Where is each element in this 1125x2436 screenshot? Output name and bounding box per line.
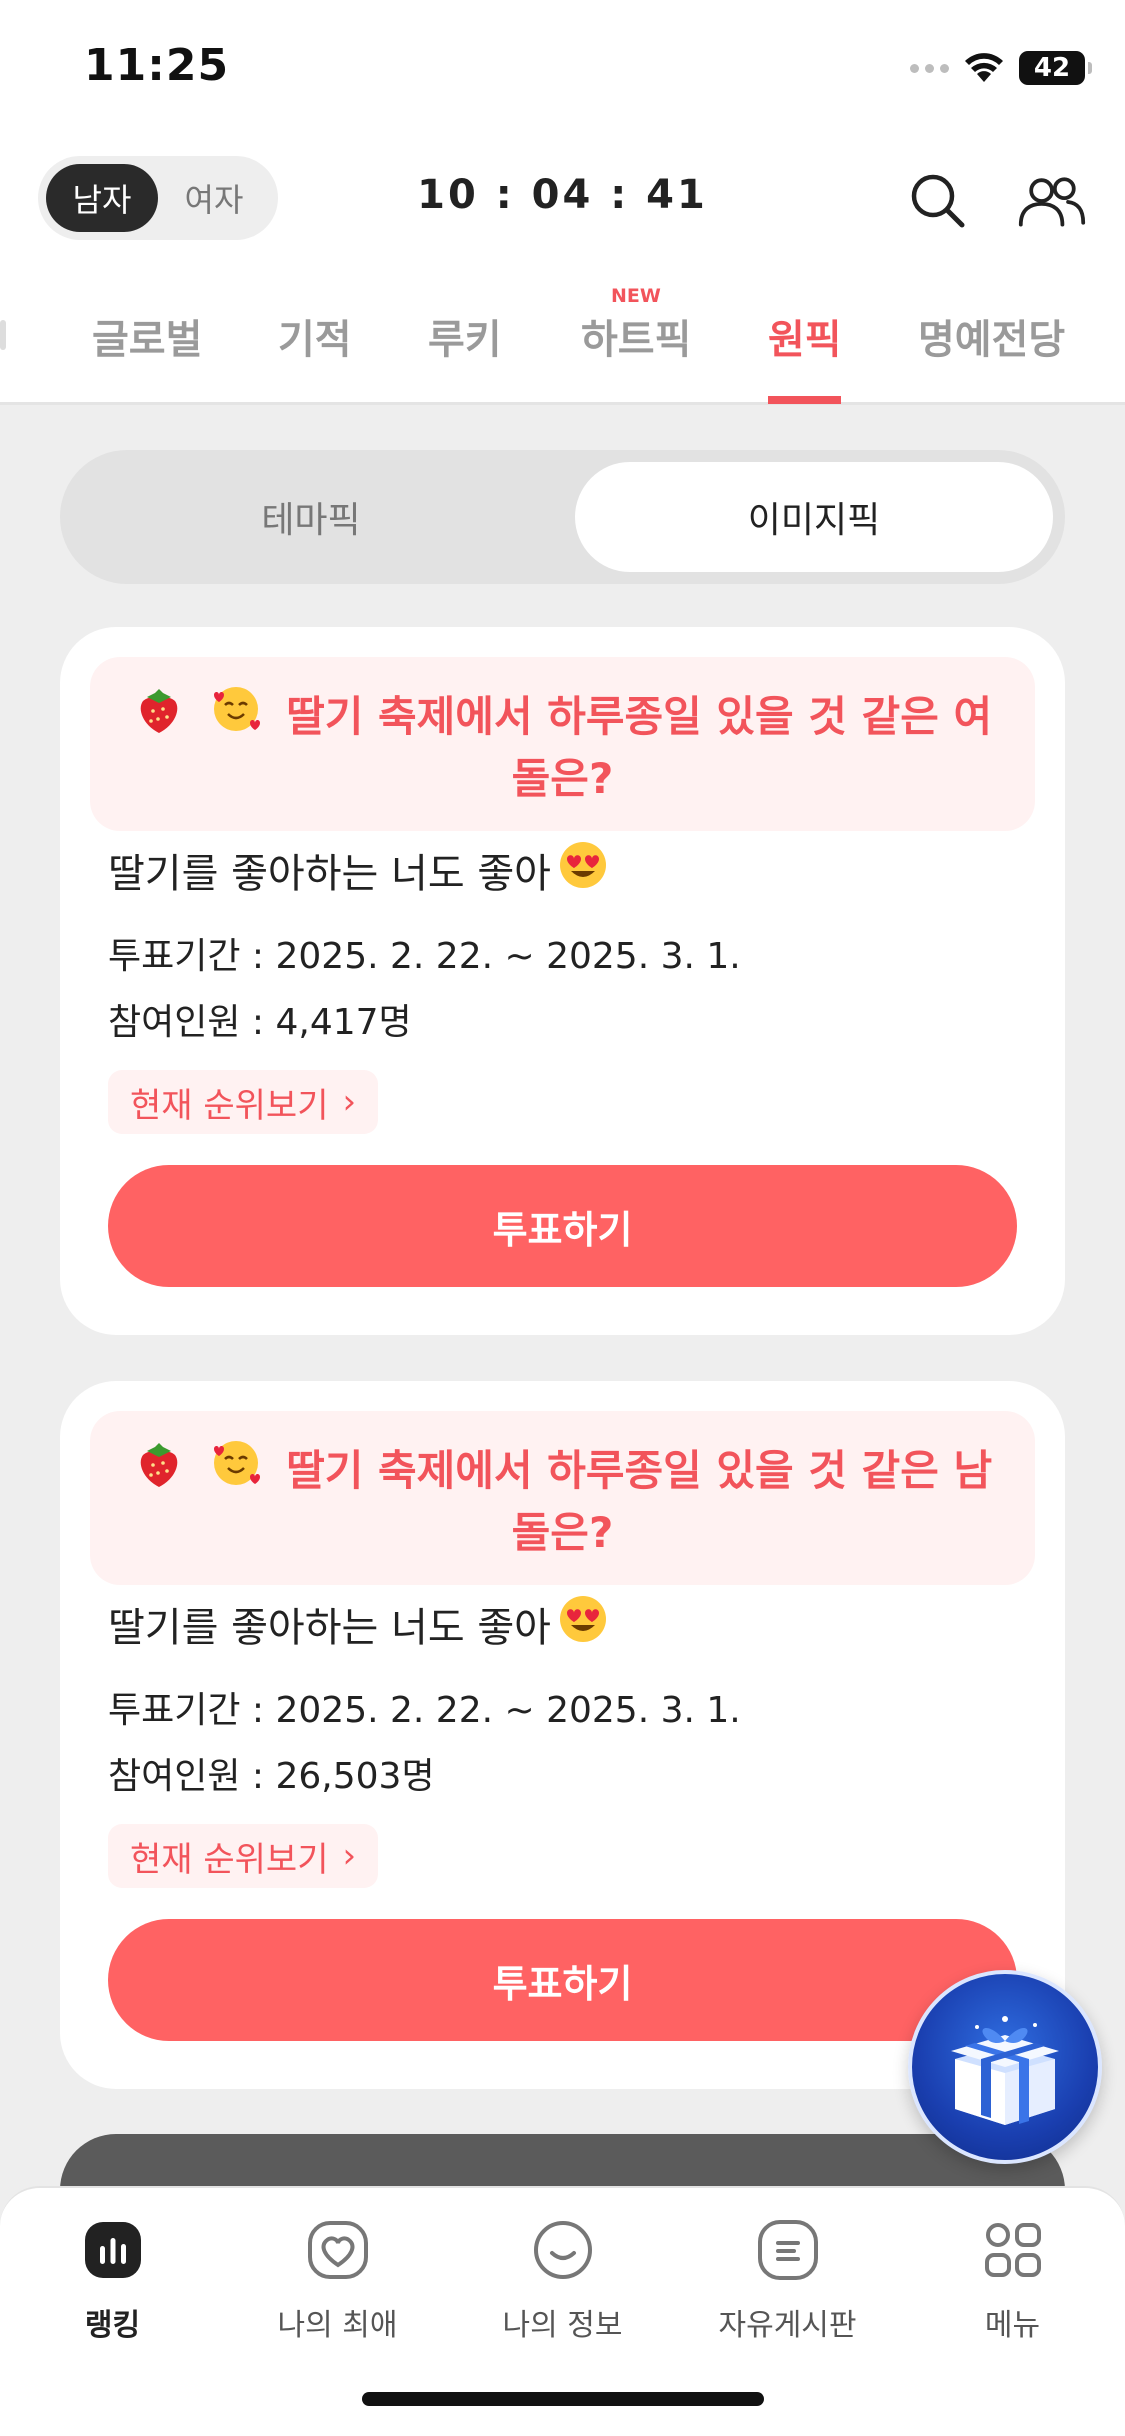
nav-my-info-label: 나의 정보: [502, 2308, 623, 2343]
strawberry-icon: [133, 685, 185, 751]
poll-title: 딸기 축제에서 하루종일 있을 것 같은 여돌은?: [286, 692, 993, 803]
nav-free-board[interactable]: 자유게시판: [675, 2218, 900, 2344]
view-ranking-label: 현재 순위보기: [130, 1085, 329, 1126]
nav-my-favorite[interactable]: 나의 최애: [225, 2218, 450, 2344]
poll-subtitle: 딸기를 좋아하는 너도 좋아: [108, 1605, 551, 1651]
menu-grid-icon: [981, 2218, 1045, 2282]
friends-icon[interactable]: [1017, 166, 1087, 236]
scroll-edge: [0, 320, 6, 350]
poll-title: 딸기 축제에서 하루종일 있을 것 같은 남돌은?: [286, 1446, 993, 1557]
vote-button[interactable]: 투표하기: [108, 1165, 1017, 1287]
status-bar: 11:25 42: [0, 0, 1125, 140]
poll-participants: 참여인원 : 4,417명: [108, 1002, 412, 1043]
battery-icon: 42: [1019, 51, 1092, 85]
gender-toggle: 남자 여자: [38, 156, 278, 240]
tab-miracle[interactable]: 기적: [278, 307, 352, 365]
poll-subtitle: 딸기를 좋아하는 너도 좋아: [108, 851, 551, 897]
active-tab-indicator: [768, 396, 841, 404]
gift-icon[interactable]: [908, 1970, 1102, 2164]
view-ranking-label: 현재 순위보기: [130, 1839, 329, 1880]
category-tabs: 글로벌 기적 루키 NEW 하트픽 원픽 명예전당: [0, 265, 1125, 405]
poll-title-box: 딸기 축제에서 하루종일 있을 것 같은 여돌은?: [90, 657, 1035, 831]
nav-ranking[interactable]: 랭킹: [0, 2218, 225, 2344]
tab-global[interactable]: 글로벌: [92, 307, 202, 365]
poll-subtitle-row: 딸기를 좋아하는 너도 좋아: [108, 1593, 609, 1655]
tab-one-pick[interactable]: 원픽: [768, 307, 842, 365]
gender-female-option[interactable]: 여자: [158, 164, 270, 232]
nav-ranking-label: 랭킹: [84, 2308, 141, 2343]
top-header: 남자 여자 10 : 04 : 41: [0, 140, 1125, 265]
wifi-icon: [963, 52, 1005, 84]
board-icon: [756, 2218, 820, 2282]
heart-icon: [306, 2218, 370, 2282]
view-ranking-button[interactable]: 현재 순위보기 ›: [108, 1824, 379, 1888]
signal-icon: [910, 63, 949, 73]
vote-button[interactable]: 투표하기: [108, 1919, 1017, 2041]
poll-period: 투표기간 : 2025. 2. 22. ~ 2025. 3. 1.: [108, 1690, 741, 1731]
strawberry-icon: [133, 1439, 185, 1505]
gender-male-option[interactable]: 남자: [46, 164, 158, 232]
smile-icon: [531, 2218, 595, 2282]
search-icon[interactable]: [903, 166, 973, 236]
new-badge: NEW: [611, 285, 661, 307]
heart-eyes-icon: [557, 839, 609, 901]
segment-theme-pick[interactable]: 테마픽: [72, 462, 550, 572]
poll-card: 딸기 축제에서 하루종일 있을 것 같은 여돌은? 딸기를 좋아하는 너도 좋아…: [60, 627, 1065, 1335]
poll-title-box: 딸기 축제에서 하루종일 있을 것 같은 남돌은?: [90, 1411, 1035, 1585]
ranking-icon: [81, 2218, 145, 2282]
poll-period: 투표기간 : 2025. 2. 22. ~ 2025. 3. 1.: [108, 936, 741, 977]
chevron-right-icon: ›: [342, 1836, 357, 1876]
home-indicator: [362, 2392, 764, 2406]
nav-menu-label: 메뉴: [984, 2308, 1041, 2343]
tab-hall-of-fame[interactable]: 명예전당: [918, 307, 1065, 365]
tab-rookie[interactable]: 루키: [428, 307, 502, 365]
nav-menu[interactable]: 메뉴: [900, 2218, 1125, 2344]
segment-image-pick[interactable]: 이미지픽: [575, 462, 1053, 572]
smiling-hearts-icon: [208, 681, 264, 751]
tab-heart-pick[interactable]: 하트픽: [581, 307, 691, 365]
status-time: 11:25: [84, 40, 230, 91]
poll-card: 딸기 축제에서 하루종일 있을 것 같은 남돌은? 딸기를 좋아하는 너도 좋아…: [60, 1381, 1065, 2089]
chevron-right-icon: ›: [342, 1082, 357, 1122]
poll-participants: 참여인원 : 26,503명: [108, 1756, 435, 1797]
view-ranking-button[interactable]: 현재 순위보기 ›: [108, 1070, 379, 1134]
nav-free-board-label: 자유게시판: [718, 2308, 857, 2343]
heart-eyes-icon: [557, 1593, 609, 1655]
smiling-hearts-icon: [208, 1435, 264, 1505]
nav-my-favorite-label: 나의 최애: [277, 2308, 398, 2343]
pick-type-segment: 테마픽 이미지픽: [60, 450, 1065, 584]
status-indicators: 42: [910, 48, 1092, 88]
nav-my-info[interactable]: 나의 정보: [450, 2218, 675, 2344]
poll-subtitle-row: 딸기를 좋아하는 너도 좋아: [108, 839, 609, 901]
